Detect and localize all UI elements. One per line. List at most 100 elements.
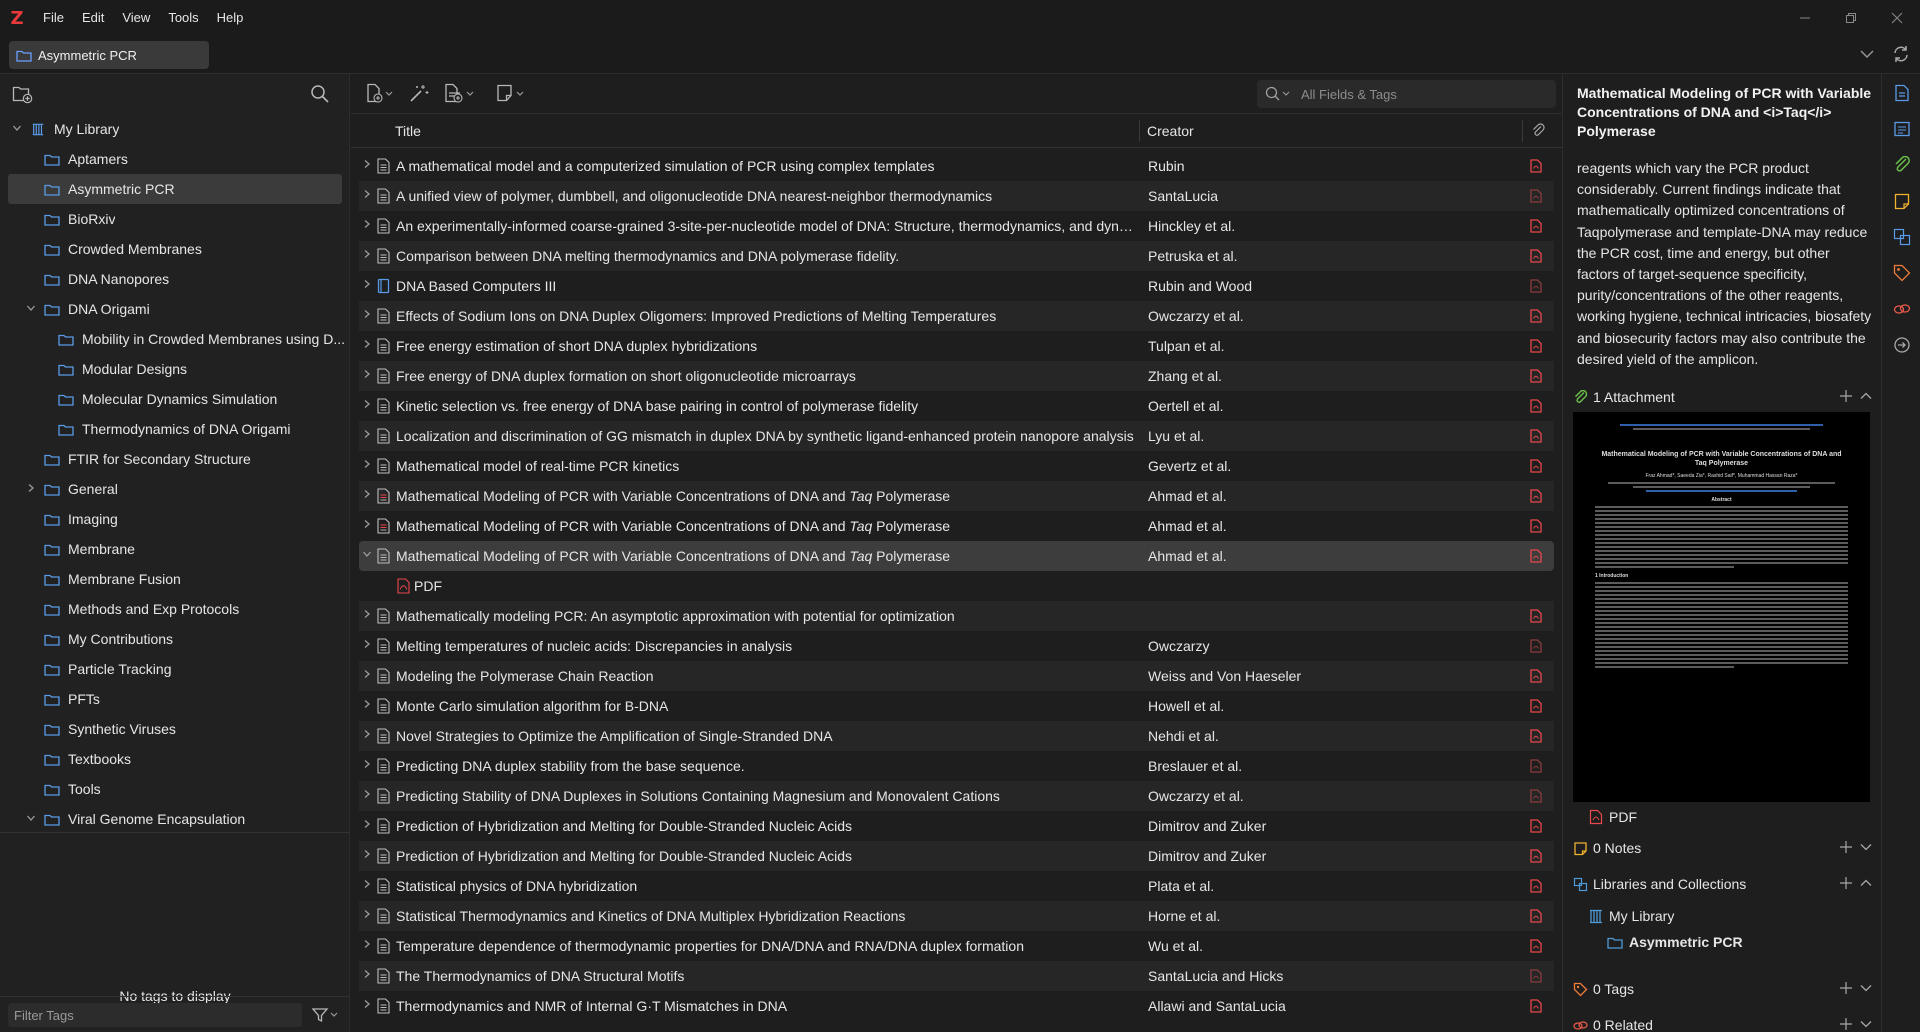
item-row[interactable]: Predicting DNA duplex stability from the… [359, 751, 1554, 781]
collection-biorxiv[interactable]: BioRxiv [0, 204, 350, 234]
item-row[interactable]: Free energy estimation of short DNA dupl… [359, 331, 1554, 361]
twisty-closed-icon[interactable] [361, 849, 373, 862]
minimize-button[interactable] [1782, 0, 1828, 36]
twisty-closed-icon[interactable] [361, 489, 373, 502]
pdf-attachment-icon[interactable] [1529, 608, 1543, 624]
twisty-closed-icon[interactable] [361, 189, 373, 202]
chevron-up-icon[interactable] [1859, 876, 1873, 890]
twisty-closed-icon[interactable] [361, 669, 373, 682]
twisty-closed-icon[interactable] [361, 639, 373, 652]
collection-synthetic-viruses[interactable]: Synthetic Viruses [0, 714, 350, 744]
menu-file[interactable]: File [34, 0, 73, 36]
filter-tags-input[interactable] [8, 1003, 302, 1027]
libraries-section-header[interactable]: Libraries and Collections [1573, 873, 1873, 895]
collection-crowded-membranes[interactable]: Crowded Membranes [0, 234, 350, 264]
attachment-row[interactable]: PDF [1589, 809, 1637, 825]
collection-modular-designs[interactable]: Modular Designs [0, 354, 350, 384]
attachments-section-header[interactable]: 1 Attachment [1573, 386, 1873, 408]
tabs-menu-button[interactable] [1858, 44, 1876, 65]
attachment-preview[interactable]: Mathematical Modeling of PCR with Variab… [1573, 412, 1870, 802]
collection-methods-and-exp-protocols[interactable]: Methods and Exp Protocols [0, 594, 350, 624]
pdf-attachment-icon[interactable] [1529, 368, 1543, 384]
twisty-closed-icon[interactable] [361, 339, 373, 352]
pdf-attachment-icon[interactable] [1529, 998, 1543, 1014]
collection-thermodynamics-of-dna-origami[interactable]: Thermodynamics of DNA Origami [0, 414, 350, 444]
twisty-open-icon[interactable] [24, 813, 38, 826]
pdf-attachment-icon[interactable] [1529, 158, 1543, 174]
library-entry[interactable]: My Library [1589, 908, 1674, 924]
item-row[interactable]: Kinetic selection vs. free energy of DNA… [359, 391, 1554, 421]
column-attachments[interactable] [1531, 123, 1545, 142]
item-row[interactable]: DNA Based Computers III Rubin and Wood [359, 271, 1554, 301]
column-creator[interactable]: Creator [1147, 123, 1194, 139]
twisty-closed-icon[interactable] [361, 369, 373, 382]
twisty-closed-icon[interactable] [361, 879, 373, 892]
add-by-identifier-button[interactable] [408, 83, 430, 103]
twisty-closed-icon[interactable] [361, 999, 373, 1012]
twisty-closed-icon[interactable] [361, 399, 373, 412]
item-row[interactable]: Temperature dependence of thermodynamic … [359, 931, 1554, 961]
tag-selector-actions-button[interactable] [311, 1007, 340, 1026]
twisty-closed-icon[interactable] [361, 789, 373, 802]
pdf-attachment-icon[interactable] [1529, 848, 1543, 864]
pdf-attachment-icon[interactable] [1529, 548, 1543, 564]
pdf-attachment-icon[interactable] [1529, 308, 1543, 324]
item-row[interactable]: A unified view of polymer, dumbbell, and… [359, 181, 1554, 211]
libraries-section-icon[interactable] [1893, 228, 1911, 246]
add-attachment-button[interactable] [443, 83, 477, 103]
new-collection-button[interactable] [12, 84, 34, 107]
restore-button[interactable] [1828, 0, 1874, 36]
twisty-closed-icon[interactable] [361, 759, 373, 772]
item-row[interactable]: Predicting Stability of DNA Duplexes in … [359, 781, 1554, 811]
collection-my-library[interactable]: My Library [0, 114, 350, 144]
twisty-closed-icon[interactable] [361, 249, 373, 262]
twisty-closed-icon[interactable] [361, 609, 373, 622]
new-item-button[interactable] [365, 83, 395, 103]
twisty-open-icon[interactable] [24, 303, 38, 316]
column-divider[interactable] [1522, 120, 1523, 142]
add-icon[interactable] [1839, 981, 1853, 995]
pdf-attachment-icon[interactable] [1529, 638, 1543, 654]
menu-help[interactable]: Help [208, 0, 253, 36]
twisty-closed-icon[interactable] [361, 909, 373, 922]
pdf-attachment-icon[interactable] [1529, 428, 1543, 444]
item-row[interactable]: Statistical physics of DNA hybridization… [359, 871, 1554, 901]
menu-view[interactable]: View [113, 0, 159, 36]
pdf-attachment-icon[interactable] [1529, 728, 1543, 744]
twisty-closed-icon[interactable] [361, 279, 373, 292]
pdf-attachment-icon[interactable] [1529, 188, 1543, 204]
info-section-icon[interactable] [1893, 84, 1911, 102]
twisty-open-icon[interactable] [361, 549, 373, 562]
collection-asymmetric-pcr[interactable]: Asymmetric PCR [8, 174, 342, 204]
menu-edit[interactable]: Edit [73, 0, 113, 36]
close-button[interactable] [1874, 0, 1920, 36]
column-divider[interactable] [1139, 120, 1140, 142]
collection-my-contributions[interactable]: My Contributions [0, 624, 350, 654]
item-row[interactable]: Mathematical Modeling of PCR with Variab… [359, 511, 1554, 541]
sync-button[interactable] [1891, 44, 1911, 67]
item-row[interactable]: Mathematical Modeling of PCR with Variab… [359, 541, 1554, 571]
item-row[interactable]: Effects of Sodium Ions on DNA Duplex Oli… [359, 301, 1554, 331]
item-row[interactable]: Comparison between DNA melting thermodyn… [359, 241, 1554, 271]
pdf-attachment-icon[interactable] [1529, 458, 1543, 474]
pdf-attachment-icon[interactable] [1529, 278, 1543, 294]
twisty-closed-icon[interactable] [361, 159, 373, 172]
new-note-button[interactable] [495, 83, 527, 103]
item-row[interactable]: The Thermodynamics of DNA Structural Mot… [359, 961, 1554, 991]
add-icon[interactable] [1839, 876, 1853, 890]
collection-dna-origami[interactable]: DNA Origami [0, 294, 350, 324]
item-row[interactable]: Localization and discrimination of GG mi… [359, 421, 1554, 451]
attachment-row[interactable]: PDF [359, 571, 1554, 601]
pdf-attachment-icon[interactable] [1529, 668, 1543, 684]
tags-section-header[interactable]: 0 Tags [1573, 978, 1873, 1000]
twisty-closed-icon[interactable] [361, 459, 373, 472]
pdf-attachment-icon[interactable] [1529, 518, 1543, 534]
item-row[interactable]: Mathematically modeling PCR: An asymptot… [359, 601, 1554, 631]
item-title[interactable]: Mathematical Modeling of PCR with Variab… [1577, 84, 1872, 141]
pdf-attachment-icon[interactable] [1529, 218, 1543, 234]
pdf-attachment-icon[interactable] [1529, 938, 1543, 954]
notes-section-header[interactable]: 0 Notes [1573, 837, 1873, 859]
twisty-closed-icon[interactable] [361, 969, 373, 982]
related-section-icon[interactable] [1893, 300, 1911, 318]
search-input[interactable] [1301, 86, 1541, 102]
